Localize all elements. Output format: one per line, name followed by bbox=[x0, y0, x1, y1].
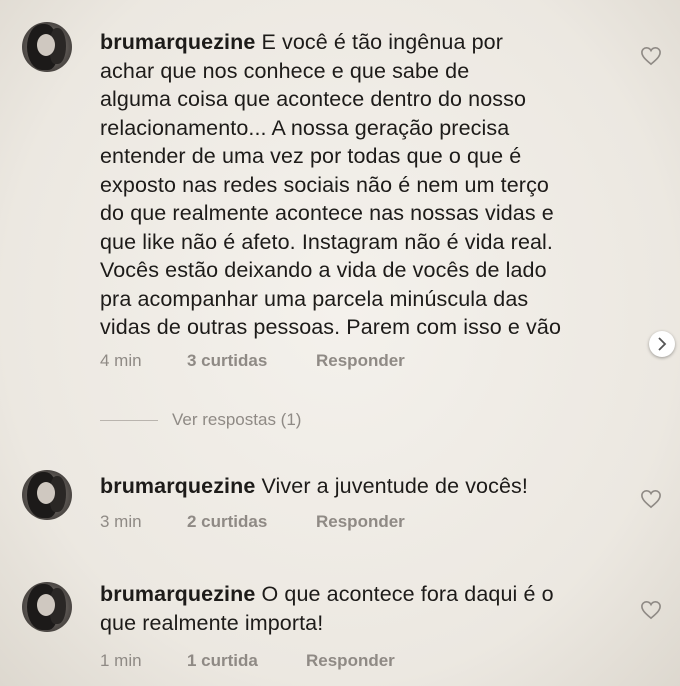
comment-body-line: vidas de outras pessoas. Parem com isso … bbox=[100, 315, 561, 339]
comment-body-line: O que acontece fora daqui é o bbox=[261, 582, 554, 606]
comment-meta: 3 min 2 curtidas Responder bbox=[100, 512, 405, 532]
avatar[interactable] bbox=[22, 22, 72, 72]
comment-body-line: E você é tão ingênua por bbox=[261, 30, 503, 54]
likes-count[interactable]: 3 curtidas bbox=[187, 351, 316, 371]
comment-meta: 1 min 1 curtida Responder bbox=[100, 651, 395, 671]
comment-text: brumarquezine Viver a juventude de vocês… bbox=[100, 472, 620, 501]
heart-icon[interactable] bbox=[640, 600, 662, 620]
view-replies[interactable]: Ver respostas (1) bbox=[100, 410, 301, 430]
comment-username[interactable]: brumarquezine bbox=[100, 30, 255, 54]
reply-button[interactable]: Responder bbox=[316, 351, 405, 371]
comment-time: 3 min bbox=[100, 512, 142, 531]
likes-count[interactable]: 2 curtidas bbox=[187, 512, 316, 532]
comment-body-line: que like não é afeto. Instagram não é vi… bbox=[100, 229, 554, 254]
comment-time: 1 min bbox=[100, 651, 142, 670]
likes-count[interactable]: 1 curtida bbox=[187, 651, 306, 671]
comment-body-line: achar que nos conhece e que sabe de bbox=[100, 58, 470, 83]
heart-icon[interactable] bbox=[640, 46, 662, 66]
comment-body-line: pra acompanhar uma parcela minúscula das bbox=[100, 286, 529, 311]
comment-body-line: relacionamento... A nossa geração precis… bbox=[100, 115, 510, 140]
reply-button[interactable]: Responder bbox=[316, 512, 405, 532]
view-replies-label[interactable]: Ver respostas (1) bbox=[172, 410, 301, 429]
heart-icon[interactable] bbox=[640, 489, 662, 509]
comment-username[interactable]: brumarquezine bbox=[100, 582, 255, 606]
comment-body-line: que realmente importa! bbox=[100, 610, 324, 635]
thread-line bbox=[100, 420, 158, 422]
avatar[interactable] bbox=[22, 582, 72, 632]
avatar[interactable] bbox=[22, 470, 72, 520]
comment-body-line: Vocês estão deixando a vida de vocês de … bbox=[100, 258, 547, 282]
comment-body-line: do que realmente acontece nas nossas vid… bbox=[100, 201, 554, 225]
chevron-right-icon bbox=[658, 337, 667, 351]
comment-body-line: alguma coisa que acontece dentro do noss… bbox=[100, 87, 527, 111]
comment-time: 4 min bbox=[100, 351, 142, 370]
next-button[interactable] bbox=[649, 331, 675, 357]
comment-body-line: entender de uma vez por todas que o que … bbox=[100, 144, 522, 168]
comment-body-line: Viver a juventude de vocês! bbox=[261, 474, 528, 498]
comment-body-line: exposto nas redes sociais não é nem um t… bbox=[100, 172, 549, 197]
reply-button[interactable]: Responder bbox=[306, 651, 395, 671]
comment-username[interactable]: brumarquezine bbox=[100, 474, 255, 498]
comment-text: brumarquezine E você é tão ingênua por a… bbox=[100, 28, 620, 342]
comments-panel: brumarquezine E você é tão ingênua por a… bbox=[0, 0, 680, 686]
comment-meta: 4 min 3 curtidas Responder bbox=[100, 351, 405, 371]
comment-text: brumarquezine O que acontece fora daqui … bbox=[100, 580, 620, 637]
